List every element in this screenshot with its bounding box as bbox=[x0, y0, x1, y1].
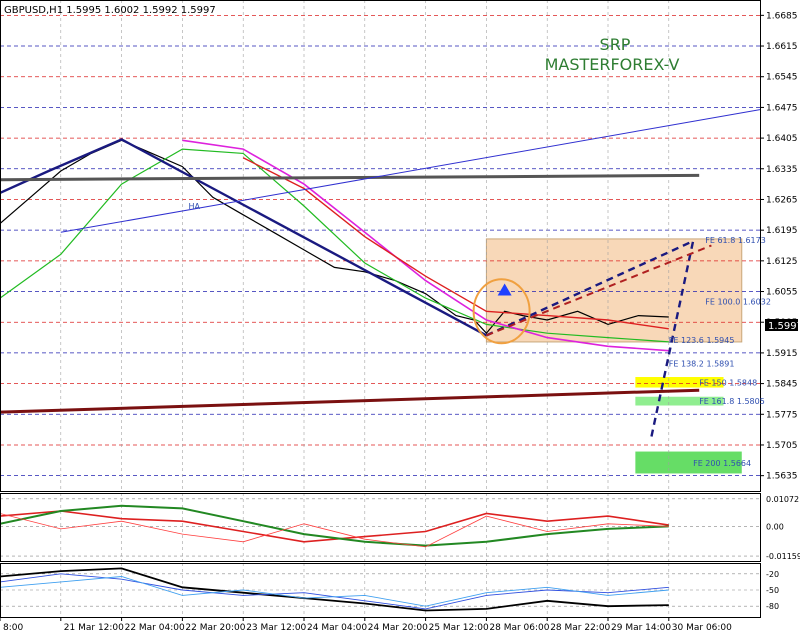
y-tick-label-0: 1.6685 bbox=[766, 11, 798, 21]
x-tick-label-8: 28 Mar 06:00 bbox=[489, 623, 549, 633]
fe-label-3: FE 123.6 1.5945 bbox=[669, 336, 735, 345]
fe-label-2: FE 100.0 1.6032 bbox=[705, 298, 771, 307]
y-tick-label-2: 1.6545 bbox=[766, 73, 798, 83]
y-tick-label-12: 1.5845 bbox=[766, 380, 798, 390]
y-tick-label-5: 1.6335 bbox=[766, 165, 798, 175]
y-tick-label-3: 1.6475 bbox=[766, 103, 798, 113]
chart-window: 1.6685 1.6615 1.6545 1.6475 1.6405 1.6335 1.62… bbox=[0, 0, 800, 636]
fe-label-7: FE 200 1.5664 bbox=[693, 459, 751, 468]
watermark-line1: SRP bbox=[600, 35, 631, 54]
y-tick-label-7: 1.6195 bbox=[766, 226, 798, 236]
x-tick-label-2: 22 Mar 04:00 bbox=[125, 623, 185, 633]
sub1-tick-2: -0.01159 bbox=[766, 552, 800, 561]
fe-label-6: FE 161.8 1.5805 bbox=[699, 397, 765, 406]
sub2-tick-2: -80 bbox=[766, 602, 779, 611]
fe-label-1: FE 61.8 1.6173 bbox=[705, 236, 766, 245]
watermark-line2: MASTERFOREX-V bbox=[545, 55, 680, 74]
x-tick-label-7: 25 Mar 12:00 bbox=[429, 623, 489, 633]
y-tick-label-13: 1.5775 bbox=[766, 410, 798, 420]
x-tick-label-4: 23 Mar 12:00 bbox=[246, 623, 306, 633]
y-tick-label-8: 1.6125 bbox=[766, 257, 798, 267]
x-tick-label-0: 8:00 bbox=[3, 623, 23, 633]
sub2-tick-1: -50 bbox=[766, 586, 779, 595]
y-tick-label-9: 1.6055 bbox=[766, 288, 798, 298]
sub1-tick-0: 0.01072 bbox=[766, 495, 799, 504]
x-tick-label-3: 22 Mar 20:00 bbox=[185, 623, 245, 633]
current-price-label: 1.5997 bbox=[768, 321, 800, 332]
x-tick-label-11: 30 Mar 06:00 bbox=[672, 623, 732, 633]
fe-label-5: FE 150 1.5848 bbox=[699, 378, 757, 387]
sub2-tick-0: -20 bbox=[766, 570, 779, 579]
symbol-header: GBPUSD,H1 1.5995 1.6002 1.5992 1.5997 bbox=[4, 5, 216, 16]
y-tick-label-6: 1.6265 bbox=[766, 195, 798, 205]
x-tick-label-9: 28 Mar 22:00 bbox=[550, 623, 610, 633]
y-tick-label-4: 1.6405 bbox=[766, 134, 798, 144]
x-tick-label-6: 24 Mar 20:00 bbox=[368, 623, 428, 633]
y-tick-label-15: 1.5635 bbox=[766, 472, 798, 482]
x-tick-label-1: 21 Mar 12:00 bbox=[64, 623, 124, 633]
fe-label-4: FE 138.2 1.5891 bbox=[669, 359, 735, 368]
y-tick-label-1: 1.6615 bbox=[766, 42, 798, 52]
x-tick-label-10: 29 Mar 14:00 bbox=[611, 623, 671, 633]
x-tick-label-5: 24 Mar 04:00 bbox=[307, 623, 367, 633]
sub1-tick-1: 0.00 bbox=[766, 522, 784, 531]
fibonacci-zone bbox=[485, 238, 743, 343]
fe-label-0: HA bbox=[188, 202, 200, 211]
y-tick-label-11: 1.5915 bbox=[766, 349, 798, 359]
y-tick-label-14: 1.5705 bbox=[766, 441, 798, 451]
